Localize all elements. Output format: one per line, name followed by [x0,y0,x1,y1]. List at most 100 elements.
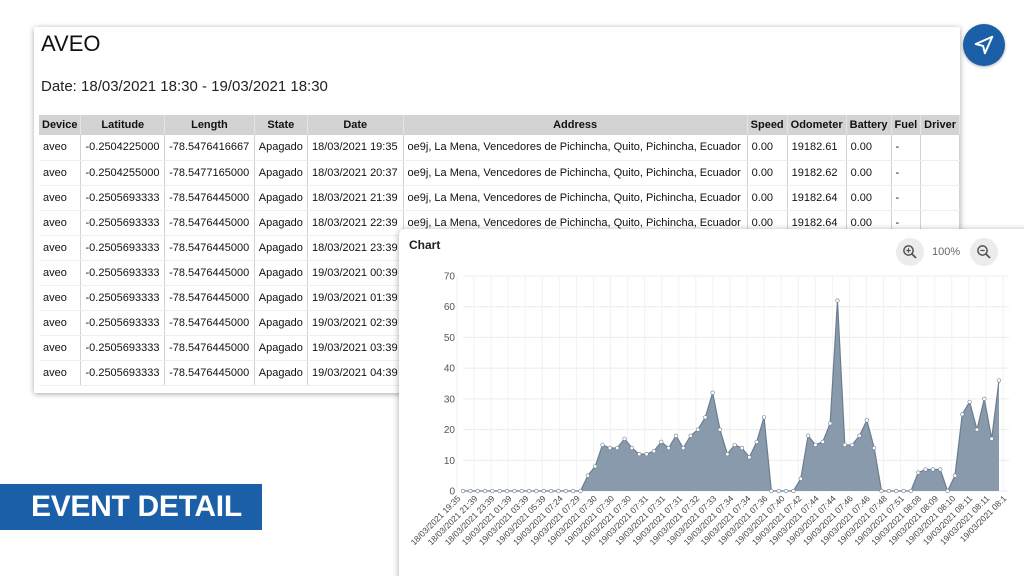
cell-speed: 0.00 [747,160,788,186]
data-point [607,445,612,451]
data-point [813,442,818,448]
send-location-button[interactable] [963,24,1005,66]
cell-driver [920,135,960,161]
data-point [534,488,539,494]
data-point [776,488,781,494]
cell-length: -78.5476445000 [164,360,255,386]
cell-odometer: 19182.64 [787,185,847,211]
data-point [864,418,869,423]
column-header-latitude[interactable]: Latitude [80,115,166,135]
cell-latitude: -0.2505693333 [80,235,166,261]
cell-battery: 0.00 [846,160,892,186]
data-point [835,298,840,303]
column-header-address[interactable]: Address [403,115,748,135]
data-point [504,488,510,494]
column-header-speed[interactable]: Speed [747,115,788,135]
data-point [526,488,532,494]
data-point [644,452,649,457]
data-point [688,433,693,438]
y-tick-label: 50 [444,333,456,344]
column-header-device[interactable]: Device [39,115,82,135]
data-point [629,445,634,451]
data-point [901,488,906,494]
zoom-in-button[interactable] [896,238,924,266]
cell-fuel: - [891,135,922,161]
cell-length: -78.5477165000 [164,160,255,186]
cell-driver [920,185,960,211]
data-point [916,470,921,475]
cell-date: 19/03/2021 02:39 [307,310,404,336]
data-point [615,445,620,451]
cell-device: aveo [39,135,82,161]
data-point [637,452,642,457]
column-header-date[interactable]: Date [307,115,404,135]
data-point [989,436,994,441]
cell-length: -78.5476445000 [164,310,255,336]
data-point [967,399,972,405]
column-header-battery[interactable]: Battery [846,115,892,135]
cell-length: -78.5476445000 [164,335,255,361]
data-point [747,455,752,460]
cell-device: aveo [39,335,82,361]
cell-length: -78.5476445000 [164,210,255,236]
data-point [879,488,884,494]
table-row[interactable]: aveo -0.2505693333 -78.5476445000 Apagado 18… [39,185,960,211]
cell-state: Apagado [254,160,308,186]
data-point [982,396,987,401]
data-point [739,445,745,451]
zoom-in-icon [903,245,917,259]
cell-address: oe9j, La Mena, Vencedores de Pichincha, … [403,160,748,186]
data-point [791,488,796,494]
cell-date: 18/03/2021 19:35 [307,135,404,161]
cell-device: aveo [39,285,82,311]
column-header-odometer[interactable]: Odometer [787,115,847,135]
y-tick-label: 60 [444,302,456,313]
cell-device: aveo [39,210,82,236]
data-point [512,488,517,494]
data-point [945,488,950,494]
cell-state: Apagado [254,210,308,236]
table-row[interactable]: aveo -0.2504255000 -78.5477165000 Apagado 18… [39,160,960,186]
cell-state: Apagado [254,135,308,161]
cell-length: -78.5476445000 [164,285,255,311]
data-point [952,473,958,478]
column-header-state[interactable]: State [254,115,308,135]
event-detail-banner: EVENT DETAIL [0,484,262,530]
cell-state: Apagado [254,310,308,336]
y-tick-label: 20 [444,425,456,436]
cell-speed: 0.00 [747,135,788,161]
cell-device: aveo [39,160,82,186]
cell-latitude: -0.2505693333 [80,285,166,311]
chart-title: Chart [409,238,441,252]
cell-battery: 0.00 [846,135,892,161]
cell-state: Apagado [254,335,308,361]
data-point [681,445,686,451]
data-point [519,488,524,494]
y-tick-label: 10 [444,456,456,467]
cell-odometer: 19182.62 [787,160,847,186]
cell-fuel: - [891,185,922,211]
data-point [872,445,877,451]
zoom-out-button[interactable] [970,238,998,266]
table-row[interactable]: aveo -0.2504225000 -78.5476416667 Apagado 18… [39,135,960,161]
data-point [622,436,627,441]
report-date-range: Date: 18/03/2021 18:30 - 19/03/2021 18:3… [41,78,328,95]
data-point [798,476,803,481]
cell-address: oe9j, La Mena, Vencedores de Pichincha, … [403,135,748,161]
column-header-driver[interactable]: Driver [920,115,960,135]
cell-length: -78.5476416667 [164,135,255,161]
data-point [725,452,730,457]
data-point [593,464,598,469]
cell-date: 19/03/2021 01:39 [307,285,404,311]
cell-state: Apagado [254,285,308,311]
data-point [585,473,590,478]
data-point [930,467,936,472]
cell-speed: 0.00 [747,185,788,211]
cell-driver [920,160,960,186]
data-point [923,467,928,472]
column-header-fuel[interactable]: Fuel [891,115,922,135]
y-tick-label: 40 [444,364,456,375]
column-header-length[interactable]: Length [164,115,255,135]
report-title: AVEO [41,31,101,56]
cell-device: aveo [39,360,82,386]
